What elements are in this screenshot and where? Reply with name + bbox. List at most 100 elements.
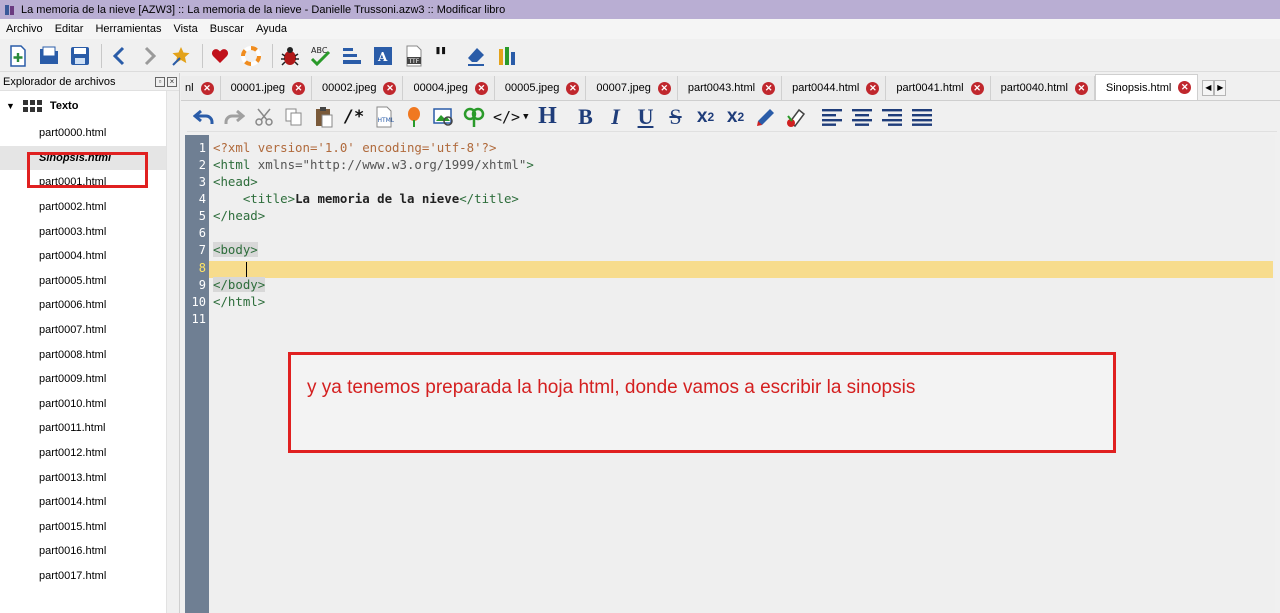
- file-item[interactable]: part0004.html: [0, 244, 179, 269]
- close-tab-icon[interactable]: ✕: [292, 81, 306, 95]
- insert-link-icon[interactable]: [463, 105, 485, 129]
- file-item[interactable]: part0007.html: [0, 318, 179, 343]
- close-tab-icon[interactable]: ✕: [970, 81, 984, 95]
- align-center-icon[interactable]: [851, 105, 873, 129]
- tab-file[interactable]: part0041.html ✕: [886, 76, 991, 100]
- close-tab-icon[interactable]: ✕: [1074, 81, 1088, 95]
- menu-herramientas[interactable]: Herramientas: [89, 23, 167, 35]
- tab-file[interactable]: 00005.jpeg ✕: [494, 76, 587, 100]
- superscript-icon[interactable]: x2: [725, 105, 747, 129]
- forward-icon[interactable]: [138, 44, 162, 68]
- bug-icon[interactable]: [278, 44, 302, 68]
- text-color-icon[interactable]: [755, 105, 777, 129]
- sidebar-scrollbar[interactable]: [166, 91, 179, 613]
- close-tab-icon[interactable]: ✕: [383, 81, 397, 95]
- new-file-icon[interactable]: [6, 44, 30, 68]
- collapse-arrow-icon[interactable]: ▼: [6, 101, 15, 111]
- tab-label: 00004.jpeg: [413, 82, 468, 94]
- close-tab-icon[interactable]: ✕: [200, 81, 214, 95]
- file-item[interactable]: part0012.html: [0, 441, 179, 466]
- save-icon[interactable]: [68, 44, 92, 68]
- underline-icon[interactable]: U: [635, 104, 657, 129]
- file-item[interactable]: part0010.html: [0, 392, 179, 417]
- open-folder-icon[interactable]: [37, 44, 61, 68]
- reports-icon[interactable]: [495, 44, 519, 68]
- close-tab-icon[interactable]: ✕: [474, 81, 488, 95]
- heading-icon[interactable]: H: [537, 103, 559, 129]
- quote-icon[interactable]: ": [433, 44, 457, 68]
- insert-image-icon[interactable]: [433, 105, 455, 129]
- tab-scroll-right-icon[interactable]: ▶: [1214, 79, 1227, 96]
- tag-menu-icon[interactable]: </> ▼: [493, 105, 529, 129]
- tab-file[interactable]: part0043.html ✕: [677, 76, 783, 100]
- file-item[interactable]: part0006.html: [0, 293, 179, 318]
- paste-icon[interactable]: [313, 105, 335, 129]
- justify-icon[interactable]: [911, 105, 933, 129]
- tab-file[interactable]: part0040.html ✕: [990, 76, 1095, 100]
- menu-vista[interactable]: Vista: [167, 23, 203, 35]
- checkpoint-icon[interactable]: [169, 44, 193, 68]
- close-tab-icon[interactable]: ✕: [762, 81, 776, 95]
- tab-label: part0043.html: [687, 82, 756, 94]
- tab-file[interactable]: nl ✕: [181, 76, 221, 100]
- file-item[interactable]: part0014.html: [0, 490, 179, 515]
- insert-tag-icon[interactable]: [403, 105, 425, 129]
- tab-file[interactable]: 00004.jpeg ✕: [403, 76, 495, 100]
- menu-editar[interactable]: Editar: [49, 23, 90, 35]
- file-item[interactable]: part0015.html: [0, 515, 179, 540]
- redo-icon[interactable]: [223, 105, 245, 129]
- file-item[interactable]: part0003.html: [0, 219, 179, 244]
- file-item[interactable]: part0002.html: [0, 195, 179, 220]
- menu-archivo[interactable]: Archivo: [0, 23, 49, 35]
- font-icon[interactable]: TTF: [402, 44, 426, 68]
- tab-file[interactable]: 00001.jpeg ✕: [220, 76, 313, 100]
- close-tab-icon[interactable]: ✕: [866, 81, 880, 95]
- align-left-icon[interactable]: [821, 105, 843, 129]
- heart-icon[interactable]: [208, 44, 232, 68]
- file-item[interactable]: part0011.html: [0, 416, 179, 441]
- menu-ayuda[interactable]: Ayuda: [250, 23, 293, 35]
- tree-root-texto[interactable]: ▼ Texto: [0, 91, 179, 121]
- file-item[interactable]: part0013.html: [0, 465, 179, 490]
- file-item[interactable]: part0005.html: [0, 269, 179, 294]
- line-number: 3: [198, 175, 206, 189]
- file-item[interactable]: part0009.html: [0, 367, 179, 392]
- file-item[interactable]: part0016.html: [0, 539, 179, 564]
- close-panel-icon[interactable]: ×: [167, 76, 177, 87]
- italic-icon[interactable]: I: [605, 104, 627, 129]
- code-line-text: <body>: [213, 242, 258, 257]
- file-item[interactable]: part0017.html: [0, 564, 179, 589]
- tab-file[interactable]: 00007.jpeg ✕: [586, 76, 678, 100]
- align-right-icon[interactable]: [881, 105, 903, 129]
- tab-file[interactable]: part0044.html ✕: [782, 76, 887, 100]
- tab-scroll-left-icon[interactable]: ◀: [1202, 79, 1215, 96]
- back-icon[interactable]: [107, 44, 131, 68]
- comment-icon[interactable]: /*: [343, 105, 365, 129]
- sort-icon[interactable]: [340, 44, 364, 68]
- menu-buscar[interactable]: Buscar: [204, 23, 250, 35]
- strikethrough-icon[interactable]: S: [665, 104, 687, 129]
- file-item[interactable]: part0000.html: [0, 121, 179, 146]
- line-number: 9: [198, 278, 206, 292]
- spellcheck-icon[interactable]: ABC: [309, 44, 333, 68]
- eraser-icon[interactable]: [464, 44, 488, 68]
- close-tab-icon[interactable]: ✕: [566, 81, 580, 95]
- lifebuoy-icon[interactable]: [239, 44, 263, 68]
- cut-icon[interactable]: [253, 105, 275, 129]
- close-tab-icon[interactable]: ✕: [657, 81, 671, 95]
- insert-html-icon[interactable]: HTML: [373, 105, 395, 129]
- float-panel-icon[interactable]: ▫: [155, 76, 165, 87]
- svg-text:A: A: [377, 50, 388, 64]
- copy-icon[interactable]: [283, 105, 305, 129]
- subscript-icon[interactable]: x2: [695, 105, 717, 129]
- line-number-current: 8: [198, 261, 206, 275]
- dictionary-icon[interactable]: A: [371, 44, 395, 68]
- tab-file-active[interactable]: Sinopsis.html ✕: [1094, 74, 1199, 100]
- undo-icon[interactable]: [193, 105, 215, 129]
- close-tab-icon[interactable]: ✕: [1178, 81, 1192, 94]
- file-item[interactable]: part0008.html: [0, 342, 179, 367]
- tab-file[interactable]: 00002.jpeg ✕: [312, 76, 404, 100]
- background-color-icon[interactable]: [785, 105, 807, 129]
- bold-icon[interactable]: B: [575, 104, 597, 129]
- highlight-box-selected-file: [27, 152, 148, 188]
